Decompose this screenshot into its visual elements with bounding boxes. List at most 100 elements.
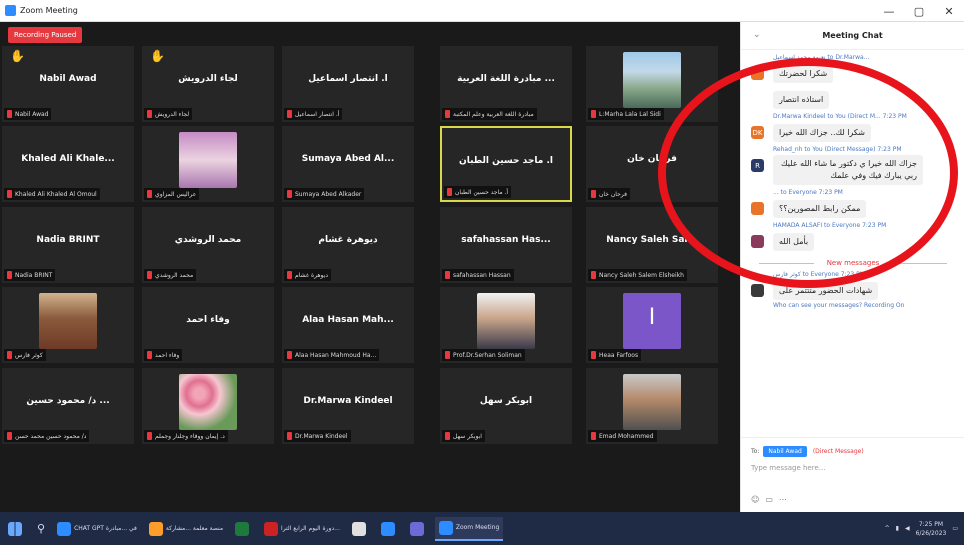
participant-label: Dr.Marwa Kindeel <box>284 430 351 442</box>
participant-label-text: Alaa Hasan Mahmoud Ha... <box>295 351 377 359</box>
participant-tile[interactable]: أ. انتصار اسماعيل أ. انتصار اسماعيل <box>282 46 414 122</box>
clock[interactable]: 7:25 PM 6/26/2023 <box>916 520 947 538</box>
participant-tile[interactable]: safahassan Has... safahassan Hassan <box>440 207 572 283</box>
participant-tile[interactable]: Sumaya Abed Al... Sumaya Abed Alkader <box>282 126 414 202</box>
participant-tile[interactable]: ✋ لجاء الدرويش لجاء الدرويش <box>142 46 274 122</box>
taskbar-app-button[interactable]: Zoom Meeting <box>434 516 504 541</box>
participant-label: لجاء الدرويش <box>144 108 193 120</box>
windows-taskbar: ⚲ CHAT GPT في ...مبادرة منصة معلمة ...مشا… <box>0 512 964 545</box>
muted-mic-icon <box>445 351 450 359</box>
participant-label: أ. انتصار اسماعيل <box>284 108 343 120</box>
notification-icon[interactable]: ▭ <box>952 525 958 532</box>
participant-tile[interactable]: Heaa Farfoos <box>586 287 718 363</box>
participant-label: Nabil Awad <box>4 108 52 120</box>
direct-message-label: (Direct Message) <box>812 448 864 455</box>
participant-name: Sumaya Abed Al... <box>301 154 395 164</box>
taskbar-app-button[interactable] <box>406 517 431 541</box>
more-icon[interactable]: ⋯ <box>779 495 787 504</box>
muted-mic-icon <box>447 188 452 196</box>
participant-tile[interactable]: د. إيمان ووفاء وجلنار وجملم <box>142 368 274 444</box>
network-icon[interactable]: ▮ <box>896 525 899 532</box>
participant-tile[interactable]: ديوهرة غشام ديوهرة غشام <box>282 207 414 283</box>
participant-tile[interactable]: وفاء احمد وفاء احمد <box>142 287 274 363</box>
muted-mic-icon <box>591 271 596 279</box>
participant-label: عراليس المزاوي <box>144 188 200 200</box>
close-button[interactable]: ✕ <box>934 0 964 22</box>
participant-tile[interactable]: كوثر فارس <box>2 287 134 363</box>
title-bar: Zoom Meeting — ▢ ✕ <box>0 0 964 22</box>
participant-label-text: Heaa Farfoos <box>599 351 639 359</box>
start-icon[interactable] <box>4 517 29 541</box>
volume-icon[interactable]: ◀ <box>905 525 910 532</box>
minimize-button[interactable]: — <box>874 0 904 22</box>
participant-tile[interactable]: Dr.Marwa Kindeel Dr.Marwa Kindeel <box>282 368 414 444</box>
chat-header: ⌄ Meeting Chat <box>741 22 964 50</box>
taskbar-app-button[interactable]: CHAT GPT في ...مبادرة <box>53 517 141 541</box>
participant-label-text: Dr.Marwa Kindeel <box>295 432 348 440</box>
participant-tile[interactable]: عراليس المزاوي <box>142 126 274 202</box>
participant-video <box>39 293 97 349</box>
muted-mic-icon <box>445 110 450 118</box>
muted-mic-icon <box>147 190 152 198</box>
participant-tile[interactable]: Nadia BRINT Nadia BRINT <box>2 207 134 283</box>
participant-label: Nadia BRINT <box>4 269 56 281</box>
participant-label-text: د/ محمود حسين محمد حسن <box>15 432 87 440</box>
emoji-icon[interactable]: ☺ <box>751 495 759 504</box>
participant-tile[interactable]: Prof.Dr.Serhan Soliman <box>440 287 572 363</box>
participant-label: ديوهرة غشام <box>284 269 331 281</box>
taskbar-app-button[interactable]: منصة معلمة ...مشاركة <box>145 517 227 541</box>
video-gallery: Recording Paused ✋ Nabil Awad Nabil Awad ✋ ل… <box>0 22 740 512</box>
tray-chevron-icon[interactable]: ^ <box>885 525 890 532</box>
search-icon[interactable]: ⚲ <box>33 517 49 541</box>
zoom-window: Zoom Meeting — ▢ ✕ Recording Paused ✋ Nab… <box>0 0 964 545</box>
taskbar-app-label: Zoom Meeting <box>455 524 500 531</box>
participant-label-text: Nancy Saleh Salem Elsheikh <box>599 271 684 279</box>
participant-tile[interactable]: محمد الروشدي محمد الروشدي <box>142 207 274 283</box>
recording-status-badge[interactable]: Recording Paused <box>8 27 83 43</box>
participant-label: محمد الروشدي <box>144 269 197 281</box>
participant-label: Heaa Farfoos <box>588 349 642 361</box>
participant-tile[interactable]: ✋ Nabil Awad Nabil Awad <box>2 46 134 122</box>
muted-mic-icon <box>7 190 12 198</box>
muted-mic-icon <box>147 110 152 118</box>
chat-input[interactable]: Type message here... <box>751 464 825 472</box>
participant-label-text: فرحان خان <box>599 190 627 198</box>
participant-name: مبادرة اللغة العربية ... <box>457 74 555 84</box>
muted-mic-icon <box>147 271 152 279</box>
participant-label: ابوبكر سهل <box>442 430 485 442</box>
participant-name: Dr.Marwa Kindeel <box>303 396 393 406</box>
window-title: Zoom Meeting <box>20 6 78 15</box>
participant-name: safahassan Has... <box>461 235 551 245</box>
participant-tile[interactable]: د/ محمود حسين ... د/ محمود حسين محمد حسن <box>2 368 134 444</box>
participant-label-text: L:Marha Lala Lal Sidi <box>599 110 661 118</box>
taskbar-app-button[interactable] <box>231 517 256 541</box>
muted-mic-icon <box>287 432 292 440</box>
muted-mic-icon <box>147 432 152 440</box>
muted-mic-icon <box>7 432 12 440</box>
taskbar-app-button[interactable]: دورة اليوم الرابع الترا... <box>260 517 344 541</box>
participant-video <box>623 52 681 108</box>
participant-tile[interactable]: Alaa Hasan Mah... Alaa Hasan Mahmoud Ha..… <box>282 287 414 363</box>
participant-label: Alaa Hasan Mahmoud Ha... <box>284 349 380 361</box>
participant-label-text: safahassan Hassan <box>453 271 511 279</box>
participant-tile[interactable]: مبادرة اللغة العربية ... مبادرة اللغة الع… <box>440 46 572 122</box>
chat-title: Meeting Chat <box>822 31 883 40</box>
maximize-button[interactable]: ▢ <box>904 0 934 22</box>
taskbar-app-button[interactable] <box>348 517 373 541</box>
participant-tile[interactable]: Emad Mohammed <box>586 368 718 444</box>
zoom-logo-icon <box>5 5 16 16</box>
participant-tile[interactable]: أ. ماجد حسين الطبان أ. ماجد حسين الطبان <box>440 126 572 202</box>
app-icon <box>264 521 279 536</box>
participant-label-text: ديوهرة غشام <box>295 271 328 279</box>
muted-mic-icon <box>287 271 292 279</box>
muted-mic-icon <box>147 351 152 359</box>
participant-tile[interactable]: ابوبكر سهل ابوبكر سهل <box>440 368 572 444</box>
taskbar-app-button[interactable] <box>377 517 402 541</box>
recipient-select[interactable]: Nabil Awad <box>763 446 807 457</box>
participant-label-text: لجاء الدرويش <box>155 110 190 118</box>
visibility-notice[interactable]: Who can see your messages? Recording On <box>741 302 964 309</box>
file-icon[interactable]: ▭ <box>765 495 773 504</box>
participant-tile[interactable]: Khaled Ali Khale... Khaled Ali Khaled Al … <box>2 126 134 202</box>
muted-mic-icon <box>591 432 596 440</box>
chevron-down-icon[interactable]: ⌄ <box>753 30 761 40</box>
